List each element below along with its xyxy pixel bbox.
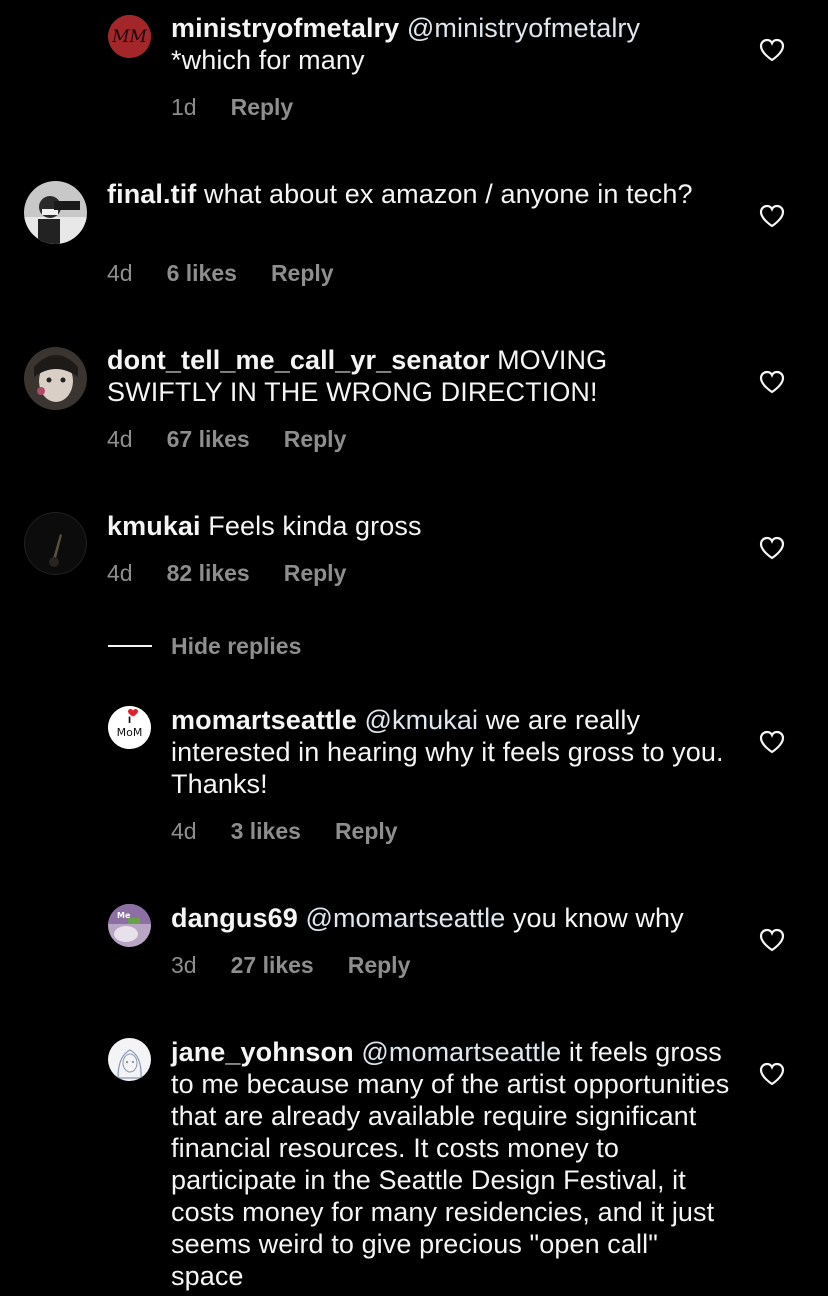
reply-button[interactable]: Reply [231,94,294,121]
comment-time: 4d [107,426,133,452]
reply-button[interactable]: Reply [284,560,347,587]
avatar[interactable] [24,512,87,575]
heart-outline-icon[interactable] [759,928,785,952]
comment-mention[interactable]: @kmukai [364,705,478,735]
comment-mention[interactable]: @ministryofmetalry [407,13,640,43]
reply-button[interactable]: Reply [335,818,398,845]
comment-username[interactable]: final.tif [107,179,196,209]
comment-body: dont_tell_me_call_yr_senator MOVING SWIF… [107,344,707,408]
avatar[interactable] [24,347,87,410]
comment-meta: 4d 82 likes Reply [107,560,346,587]
reply-button[interactable]: Reply [284,426,347,453]
avatar[interactable]: I MoM [108,706,151,749]
reply-button[interactable]: Reply [348,952,411,979]
comment-body: dangus69 @momartseattle you know why [171,902,771,934]
comment-likes[interactable]: 82 likes [167,560,250,587]
comment-username[interactable]: ministryofmetalry [171,13,399,43]
comment-meta: 4d 3 likes Reply [171,818,398,845]
comment-body: jane_yohnson @momartseattle it feels gro… [171,1036,731,1292]
comment-text: it feels gross to me because many of the… [171,1037,730,1291]
comment-body: ministryofmetalry @ministryofmetalry *wh… [171,12,731,76]
svg-text:I: I [128,716,131,726]
svg-text:Me: Me [117,911,131,920]
comment-meta: 3d 27 likes Reply [171,952,410,979]
comment-time: 1d [171,94,197,120]
comment-likes[interactable]: 27 likes [231,952,314,979]
svg-text:MM: MM [111,27,147,47]
comment-username[interactable]: dont_tell_me_call_yr_senator [107,345,489,375]
comment-body: momartseattle @kmukai we are really inte… [171,704,731,800]
comment-time: 4d [107,560,133,586]
heart-outline-icon[interactable] [759,1062,785,1086]
comment-text: what about ex amazon / anyone in tech? [204,179,693,209]
comment-likes[interactable]: 67 likes [167,426,250,453]
heart-outline-icon[interactable] [759,38,785,62]
comment-time: 4d [171,818,197,844]
comment-likes[interactable]: 6 likes [167,260,237,287]
heart-outline-icon[interactable] [759,204,785,228]
hide-replies-label[interactable]: Hide replies [171,633,301,660]
avatar[interactable]: Me [108,904,151,947]
avatar[interactable] [24,181,87,244]
comment-body: kmukai Feels kinda gross [107,510,707,542]
comment-username[interactable]: jane_yohnson [171,1037,354,1067]
reply-button[interactable]: Reply [271,260,334,287]
avatar[interactable] [108,1038,151,1081]
comment-text: Feels kinda gross [208,511,422,541]
hide-replies-button[interactable]: Hide replies [108,631,301,661]
comment-username[interactable]: kmukai [107,511,201,541]
comment-time: 3d [171,952,197,978]
comment-username[interactable]: dangus69 [171,903,298,933]
heart-outline-icon[interactable] [759,730,785,754]
comment-meta: 4d 67 likes Reply [107,426,346,453]
heart-outline-icon[interactable] [759,536,785,560]
comment-mention[interactable]: @momartseattle [305,903,505,933]
comment-body: final.tif what about ex amazon / anyone … [107,178,707,210]
comment-meta: 4d 6 likes Reply [107,260,334,287]
comment-meta: 1d Reply [171,94,293,121]
svg-text:MoM: MoM [117,726,143,739]
hide-replies-divider [108,645,152,647]
comment-username[interactable]: momartseattle [171,705,357,735]
comment-likes[interactable]: 3 likes [231,818,301,845]
comment-mention[interactable]: @momartseattle [361,1037,561,1067]
comment-text: *which for many [171,45,365,75]
heart-outline-icon[interactable] [759,370,785,394]
comment-time: 4d [107,260,133,286]
comment-text: you know why [512,903,684,933]
avatar[interactable]: MM [108,15,151,58]
